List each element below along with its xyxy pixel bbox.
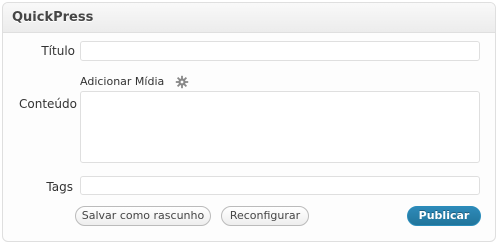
widget-title: QuickPress xyxy=(12,10,94,25)
save-draft-button[interactable]: Salvar como rascunho xyxy=(75,206,211,226)
add-media-link[interactable]: Adicionar Mídia xyxy=(80,75,164,88)
media-gear-icon[interactable] xyxy=(175,74,189,89)
quickpress-widget: QuickPress Título Adicionar Mídia Conteú… xyxy=(2,2,496,242)
reset-button[interactable]: Reconfigurar xyxy=(221,206,309,226)
widget-header: QuickPress xyxy=(3,3,495,33)
title-label: Título xyxy=(41,44,75,58)
tags-label: Tags xyxy=(46,180,73,194)
title-input[interactable] xyxy=(80,41,480,61)
content-label: Conteúdo xyxy=(19,97,77,111)
publish-button[interactable]: Publicar xyxy=(407,206,481,226)
tags-input[interactable] xyxy=(80,176,480,195)
content-textarea[interactable] xyxy=(80,91,480,163)
media-row: Adicionar Mídia xyxy=(80,73,189,89)
